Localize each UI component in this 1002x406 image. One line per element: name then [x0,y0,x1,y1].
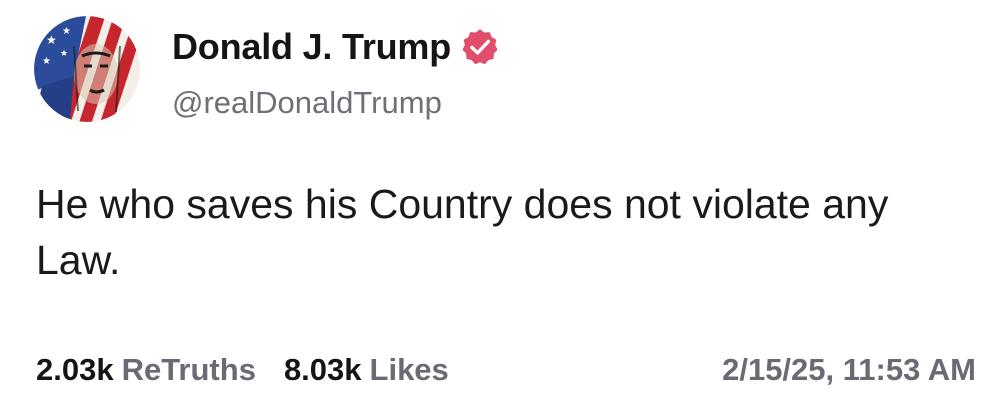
post-card: ★ ★ ★ ★ Donald J. Trump @realDonaldTrump [0,0,1002,406]
svg-text:★: ★ [62,26,71,37]
retruths-stat[interactable]: 2.03k ReTruths [36,352,256,388]
likes-label: Likes [369,352,449,387]
post-text: He who saves his Country does not violat… [36,181,889,283]
retruths-count: 2.03k [36,352,114,387]
handle[interactable]: @realDonaldTrump [172,85,442,121]
retruths-label: ReTruths [121,352,256,387]
timestamp[interactable]: 2/15/25, 11:53 AM [722,352,976,388]
svg-text:★: ★ [46,33,57,47]
avatar[interactable]: ★ ★ ★ ★ [34,16,140,122]
svg-text:★: ★ [42,56,51,67]
svg-text:★: ★ [60,49,68,59]
post-footer: 2.03k ReTruths 8.03k Likes 2/15/25, 11:5… [36,352,976,388]
avatar-image: ★ ★ ★ ★ [34,16,140,122]
author-name-row: Donald J. Trump [172,26,499,68]
display-name[interactable]: Donald J. Trump [172,26,451,68]
likes-count: 8.03k [283,352,362,387]
verified-badge-icon [461,28,499,66]
likes-stat[interactable]: 8.03k Likes [284,352,449,388]
